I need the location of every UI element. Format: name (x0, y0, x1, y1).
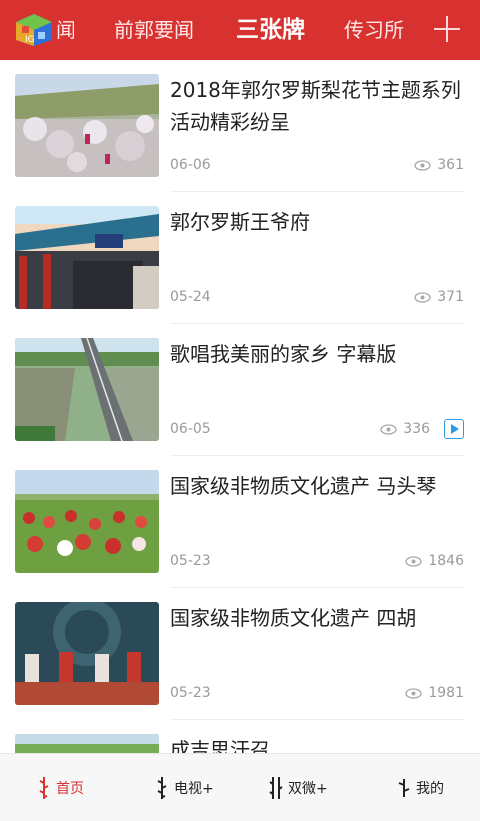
stage-musicians-photo-icon (15, 602, 159, 705)
item-date: 05-24 (170, 289, 211, 305)
view-count: 371 (414, 289, 464, 305)
item-title[interactable]: 歌唱我美丽的家乡 字幕版 (170, 338, 468, 370)
app-logo-icon[interactable]: IG (14, 12, 54, 48)
view-count-value: 1981 (428, 685, 464, 701)
green-field-photo-icon (15, 734, 159, 753)
item-date: 05-23 (170, 553, 211, 569)
item-date: 05-23 (170, 685, 211, 701)
mongolian-script-icon (157, 777, 167, 799)
mongolian-script-icon (39, 777, 49, 799)
item-title[interactable]: 成吉思汗召 (170, 734, 468, 753)
tab-news-partial[interactable]: 闻 (56, 0, 74, 60)
view-count: 336 (380, 421, 430, 437)
list-item[interactable]: 郭尔罗斯王爷府 05-24 371 (0, 192, 480, 324)
bottom-nav-home[interactable]: 首页 (36, 754, 84, 821)
view-count: 1981 (405, 685, 464, 701)
grassland-performers-photo-icon (15, 470, 159, 573)
bottom-nav-bar: 首页 电视+ 双微+ 我的 (0, 753, 480, 821)
list-item[interactable]: 国家级非物质文化遗产 马头琴 05-23 1846 (0, 456, 480, 588)
bottom-nav-label: 电视+ (174, 781, 214, 797)
mongolian-script-icon (398, 779, 410, 797)
item-title[interactable]: 2018年郭尔罗斯梨花节主题系列活动精彩纷呈 (170, 74, 468, 138)
svg-text:IG: IG (25, 35, 35, 45)
list-item[interactable]: 2018年郭尔罗斯梨花节主题系列活动精彩纷呈 06-06 361 (0, 60, 480, 192)
list-item[interactable]: 歌唱我美丽的家乡 字幕版 06-05 336 (0, 324, 480, 456)
view-count: 361 (414, 157, 464, 173)
list-item[interactable]: 成吉思汗召 (0, 720, 480, 753)
bottom-nav-label: 首页 (56, 781, 84, 797)
bridge-river-photo-icon (15, 338, 159, 441)
item-title[interactable]: 国家级非物质文化遗产 四胡 (170, 602, 468, 634)
eye-icon (414, 159, 431, 171)
eye-icon (405, 687, 423, 699)
video-play-icon[interactable] (444, 419, 464, 439)
item-title[interactable]: 国家级非物质文化遗产 马头琴 (170, 470, 468, 502)
view-count: 1846 (405, 553, 464, 569)
list-item[interactable]: 国家级非物质文化遗产 四胡 05-23 1981 (0, 588, 480, 720)
view-count-value: 336 (403, 421, 430, 437)
bottom-nav-mine[interactable]: 我的 (396, 754, 444, 821)
tab-three-cards[interactable]: 三张牌 (236, 0, 305, 60)
eye-icon (414, 291, 431, 303)
bottom-nav-label: 双微+ (288, 781, 328, 797)
top-nav-bar: IG 闻 前郭要闻 三张牌 传习所 (0, 0, 480, 60)
item-date: 06-06 (170, 157, 211, 173)
bottom-nav-tv[interactable]: 电视+ (154, 754, 214, 821)
item-date: 06-05 (170, 421, 211, 437)
add-channel-plus-icon[interactable] (432, 14, 462, 44)
palace-gate-photo-icon (15, 206, 159, 309)
tab-study-hall[interactable]: 传习所 (344, 0, 404, 60)
tab-qianguo-news[interactable]: 前郭要闻 (114, 0, 194, 60)
bottom-nav-social[interactable]: 双微+ (268, 754, 328, 821)
item-title[interactable]: 郭尔罗斯王爷府 (170, 206, 468, 238)
view-count-value: 371 (437, 289, 464, 305)
view-count-value: 1846 (428, 553, 464, 569)
view-count-value: 361 (437, 157, 464, 173)
pear-blossom-photo-icon (15, 74, 159, 177)
news-feed-list[interactable]: 2018年郭尔罗斯梨花节主题系列活动精彩纷呈 06-06 361 郭尔罗斯王爷府… (0, 60, 480, 753)
bottom-nav-label: 我的 (416, 781, 444, 797)
mongolian-script-icon (269, 777, 283, 799)
eye-icon (405, 555, 423, 567)
eye-icon (380, 423, 397, 435)
